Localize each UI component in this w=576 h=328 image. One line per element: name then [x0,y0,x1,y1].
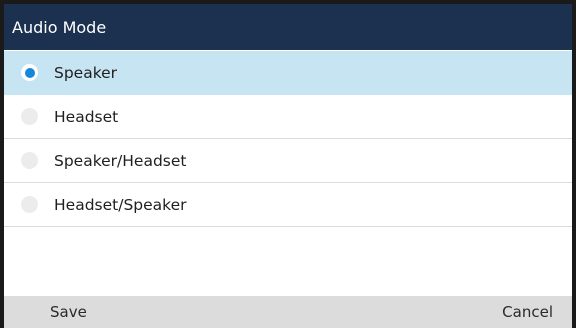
option-label: Headset/Speaker [54,195,187,214]
save-button[interactable]: Save [4,303,107,321]
option-label: Speaker [54,63,118,82]
option-label: Speaker/Headset [54,151,187,170]
radio-unselected-icon[interactable] [21,152,38,169]
audio-mode-list: Speaker Headset Speaker/Headset Headset/… [4,51,572,227]
bezel-right [572,0,576,328]
audio-mode-screen: Audio Mode Speaker Headset Speaker/Heads… [0,0,576,328]
cancel-button[interactable]: Cancel [482,303,572,321]
radio-selected-icon[interactable] [21,64,38,81]
option-speaker-headset[interactable]: Speaker/Headset [4,139,572,183]
radio-unselected-icon[interactable] [21,196,38,213]
option-label: Headset [54,107,119,126]
option-headset[interactable]: Headset [4,95,572,139]
radio-unselected-icon[interactable] [21,108,38,125]
page-title: Audio Mode [12,17,107,37]
title-bar: Audio Mode [4,4,572,50]
softkey-bar: Save Cancel [4,296,572,328]
option-speaker[interactable]: Speaker [4,51,572,95]
radio-dot [24,67,35,78]
option-headset-speaker[interactable]: Headset/Speaker [4,183,572,227]
